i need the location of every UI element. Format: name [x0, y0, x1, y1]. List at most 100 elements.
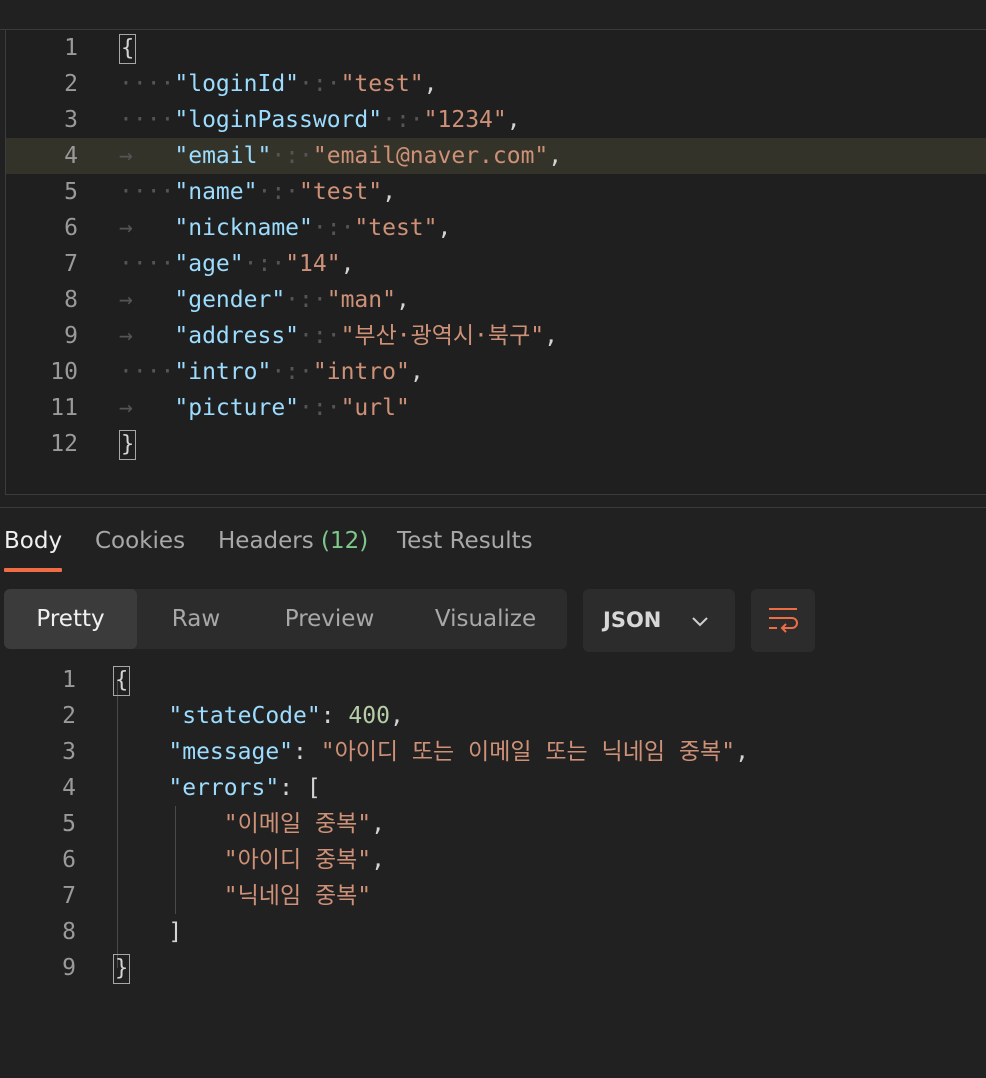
json-key: "loginPassword": [174, 107, 383, 133]
view-mode-visualize[interactable]: Visualize: [404, 589, 567, 649]
active-tab-indicator: [4, 568, 62, 572]
json-value: "test": [354, 215, 438, 241]
line-number: 6: [62, 847, 76, 873]
editor-line[interactable]: 9 → "address"·:·"부산·광역시·북구",: [6, 318, 986, 354]
code-text: → "gender"·:·"man",: [119, 282, 410, 318]
separator: ·:·: [382, 107, 424, 133]
code-text: "stateCode": 400,: [113, 698, 403, 734]
comma: ,: [423, 71, 438, 97]
json-key: "errors": [168, 775, 280, 801]
code-token: ,: [371, 811, 385, 837]
json-value: "man": [326, 287, 396, 313]
code-token: :: [320, 703, 349, 729]
response-line: 7 "닉네임 중복": [0, 878, 986, 914]
wrap-lines-icon: [769, 608, 798, 633]
comma: ,: [382, 179, 396, 205]
json-number: 400: [348, 703, 390, 729]
separator: ·:·: [257, 179, 300, 205]
editor-line[interactable]: 3 ····"loginPassword"·:·"1234",: [6, 102, 986, 138]
comma: ,: [395, 287, 410, 313]
editor-line[interactable]: 10 ····"intro"·:·"intro",: [6, 354, 986, 390]
view-mode-preview[interactable]: Preview: [255, 589, 404, 649]
editor-line[interactable]: 6 → "nickname"·:·"test",: [6, 210, 986, 246]
pane-divider[interactable]: [0, 507, 986, 508]
json-value: "email@naver.com": [312, 143, 549, 169]
code-text: {: [119, 30, 137, 66]
code-text: "닉네임 중복": [113, 878, 371, 914]
code-text: → "picture"·:·"url": [119, 390, 410, 426]
bracket-match: }: [119, 429, 137, 460]
json-key: "gender": [174, 287, 286, 313]
line-number: 8: [62, 919, 76, 945]
whitespace-marker: →: [119, 143, 175, 169]
whitespace-marker: ····: [119, 107, 175, 133]
bracket-match: {: [119, 33, 137, 64]
tab-test-results[interactable]: Test Results: [397, 516, 533, 572]
line-number: 10: [50, 359, 78, 385]
code-text: "이메일 중복",: [113, 806, 385, 842]
comma: ,: [544, 323, 558, 349]
code-token: ,: [371, 847, 385, 873]
chevron-down-icon: [692, 617, 708, 627]
json-string: "이메일 중복": [223, 811, 372, 837]
tab-body[interactable]: Body: [4, 516, 62, 572]
response-body-viewer[interactable]: 1{2 "stateCode": 400, 3 "message": "아이디 또…: [0, 662, 986, 992]
json-string: "아이디 또는 이메일 또는 닉네임 중복": [320, 739, 736, 765]
line-number: 7: [62, 883, 76, 909]
line-number: 3: [64, 107, 78, 133]
line-number: 5: [62, 811, 76, 837]
line-number: 3: [62, 739, 76, 765]
editor-line[interactable]: 7 ····"age"·:·"14",: [6, 246, 986, 282]
response-line: 3 "message": "아이디 또는 이메일 또는 닉네임 중복",: [0, 734, 986, 770]
line-number: 9: [64, 323, 78, 349]
editor-line[interactable]: 5 ····"name"·:·"test",: [6, 174, 986, 210]
json-value: "url": [340, 395, 410, 421]
line-number: 4: [62, 775, 76, 801]
tab-headers[interactable]: Headers (12): [218, 516, 368, 572]
editor-line[interactable]: 8 → "gender"·:·"man",: [6, 282, 986, 318]
line-number: 1: [62, 667, 76, 693]
editor-line[interactable]: 1{: [6, 30, 986, 66]
code-text: → "email"·:·"email@naver.com",: [119, 138, 562, 174]
json-key: "email": [174, 143, 272, 169]
json-value: "부산·광역시·북구": [340, 323, 545, 349]
wrap-lines-button[interactable]: [751, 589, 815, 652]
whitespace-marker: ····: [119, 359, 175, 385]
json-value: "test": [340, 71, 424, 97]
comma: ,: [409, 359, 424, 385]
response-line: 5 "이메일 중복",: [0, 806, 986, 842]
code-text: "message": "아이디 또는 이메일 또는 닉네임 중복",: [113, 734, 749, 770]
request-body-editor[interactable]: 1{2 ····"loginId"·:·"test", 3 ····"loginPas…: [5, 30, 986, 495]
comma: ,: [437, 215, 452, 241]
view-mode-raw[interactable]: Raw: [137, 589, 255, 649]
editor-line[interactable]: 11 → "picture"·:·"url": [6, 390, 986, 426]
json-key: "stateCode": [168, 703, 321, 729]
json-value: "1234": [423, 107, 507, 133]
whitespace-marker: ····: [119, 179, 175, 205]
code-text: ····"name"·:·"test",: [119, 174, 396, 210]
editor-line[interactable]: 12}: [6, 426, 986, 462]
json-key: "nickname": [174, 215, 313, 241]
json-value: "14": [285, 251, 341, 277]
separator: ·:·: [243, 251, 286, 277]
line-number: 5: [64, 179, 78, 205]
tab-cookies[interactable]: Cookies: [95, 516, 185, 572]
code-text: }: [119, 426, 137, 462]
view-mode-pretty[interactable]: Pretty: [4, 589, 137, 649]
format-dropdown[interactable]: JSON: [583, 589, 735, 652]
editor-line[interactable]: 4 → "email"·:·"email@naver.com",: [6, 138, 986, 174]
code-text: ····"loginPassword"·:·"1234",: [119, 102, 521, 138]
line-number: 8: [64, 287, 78, 313]
editor-line[interactable]: 2 ····"loginId"·:·"test",: [6, 66, 986, 102]
code-token: ,: [735, 739, 749, 765]
line-number: 6: [64, 215, 78, 241]
response-line: 2 "stateCode": 400,: [0, 698, 986, 734]
comma: ,: [548, 143, 563, 169]
code-text: ]: [113, 914, 182, 950]
code-text: {: [113, 662, 131, 698]
tab-headers-label: Headers: [218, 528, 314, 554]
whitespace-marker: →: [119, 287, 175, 313]
